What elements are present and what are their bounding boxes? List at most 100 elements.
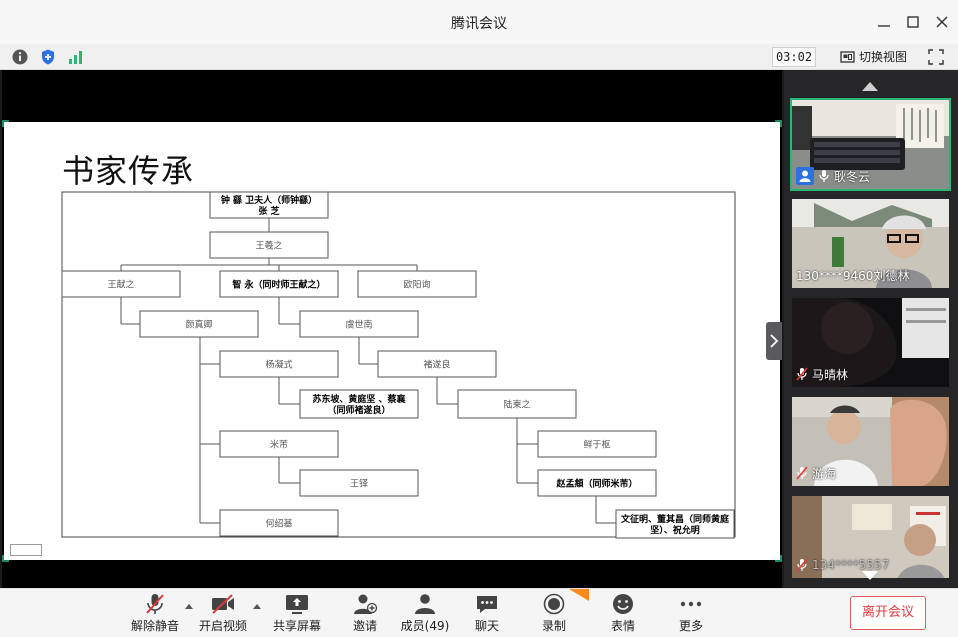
node-label: （同师褚遂良）: [327, 404, 390, 416]
lineage-node: 文征明、董其昌（同师黄庭坚）、祝允明: [615, 509, 735, 539]
slide-corner-bl: [2, 555, 9, 562]
lineage-node: 智 永（同时师王献之）: [219, 270, 339, 298]
participant-label: 耿冬云: [796, 167, 870, 185]
smiley-icon: [613, 594, 633, 614]
security-shield-icon[interactable]: [39, 48, 57, 66]
members-label: 成员(49): [400, 619, 450, 633]
more-button[interactable]: 更多: [661, 593, 721, 637]
node-label: 米芾: [270, 439, 288, 451]
node-label: 陆柬之: [503, 399, 530, 411]
meeting-timer: 03:02: [772, 47, 816, 67]
node-label: 欧阳询: [403, 279, 430, 291]
switch-view-label: 切换视图: [859, 50, 908, 64]
collapse-panel-button[interactable]: [766, 322, 782, 360]
share-screen-icon: [286, 595, 308, 614]
new-badge-icon: [569, 589, 589, 601]
scroll-up-icon[interactable]: [861, 80, 879, 92]
participant-tile[interactable]: 耿冬云: [790, 98, 951, 191]
lineage-node: 钟 繇 卫夫人（师钟繇）张 芝: [209, 191, 329, 219]
node-label: 王铎: [350, 478, 368, 490]
node-label: 鲜于枢: [583, 439, 610, 451]
node-label: 智 永（同时师王献之）: [232, 279, 325, 291]
share-screen-button[interactable]: 共享屏幕: [267, 593, 327, 637]
chat-label: 聊天: [474, 619, 499, 633]
lineage-node: 王铎: [299, 469, 419, 497]
node-label: 苏东坡、黄庭坚 、蔡襄: [312, 393, 406, 405]
chat-button[interactable]: 聊天: [457, 593, 517, 637]
shared-screen: 书家传承 钟 繇 卫夫人（师钟繇）张 芝王羲之 王献之智 永（同时师王献之） 欧阳询…: [2, 70, 782, 588]
participant-name: 130****9460刘德林: [796, 268, 910, 283]
participant-name: 游海: [812, 466, 837, 481]
lineage-node: 王献之: [61, 270, 181, 298]
lineage-node: 虞世南: [299, 310, 419, 338]
window-title: 腾讯会议: [451, 16, 507, 32]
participant-tile[interactable]: 马晴林: [792, 298, 949, 387]
slide-corner-tr: [775, 120, 782, 127]
node-label: 虞世南: [345, 319, 372, 331]
emoji-button[interactable]: 表情: [593, 593, 653, 637]
mic-muted-icon: [796, 558, 808, 572]
members-icon: [415, 594, 435, 614]
presentation-slide: 书家传承 钟 繇 卫夫人（师钟繇）张 芝王羲之 王献之智 永（同时师王献之） 欧阳询…: [2, 120, 782, 562]
lineage-node: 陆柬之: [457, 389, 577, 419]
participant-tile[interactable]: 134****5557: [792, 496, 949, 578]
leave-meeting-button[interactable]: 离开会议: [850, 596, 926, 630]
node-label: 文征明、董其昌（同师黄庭: [620, 513, 730, 525]
mic-muted-icon: [796, 367, 808, 381]
participant-label: 130****9460刘德林: [796, 266, 909, 284]
fullscreen-icon[interactable]: [927, 48, 945, 66]
invite-button[interactable]: 邀请: [335, 593, 395, 637]
node-label: 何绍基: [265, 518, 292, 530]
node-label: 王羲之: [255, 240, 282, 252]
node-label: 颜真卿: [185, 319, 212, 331]
participant-label: 游海: [796, 464, 836, 482]
add-user-icon: [354, 594, 378, 614]
video-options-caret-icon[interactable]: [252, 602, 262, 610]
node-label: 赵孟頫（同师米芾）: [555, 478, 637, 490]
lineage-node: 米芾: [219, 430, 339, 458]
chat-bubble-icon: [477, 596, 497, 613]
minimize-icon[interactable]: [874, 12, 894, 32]
unmute-label: 解除静音: [130, 619, 179, 633]
node-label: 钟 繇 卫夫人（师钟繇）: [221, 194, 317, 206]
participant-name: 马晴林: [812, 367, 849, 382]
chevron-right-icon: [770, 334, 779, 348]
members-button[interactable]: 成员(49): [395, 593, 455, 637]
lineage-node: 颜真卿: [139, 310, 259, 338]
info-icon[interactable]: [11, 48, 29, 66]
participant-tile[interactable]: 130****9460刘德林: [792, 199, 949, 288]
maximize-icon[interactable]: [903, 12, 923, 32]
camera-off-icon: [212, 594, 234, 614]
unmute-button[interactable]: 解除静音: [125, 593, 185, 637]
slide-corner-tl: [2, 120, 9, 127]
start-video-button[interactable]: 开启视频: [193, 593, 253, 637]
node-label: 王献之: [107, 279, 134, 291]
share-screen-label: 共享屏幕: [272, 619, 321, 633]
lineage-node: 欧阳询: [357, 270, 477, 298]
slide-nav-control[interactable]: [10, 544, 42, 556]
lineage-node: 何绍基: [219, 509, 339, 537]
close-icon[interactable]: [932, 12, 952, 32]
host-user-icon: [796, 167, 814, 185]
network-signal-icon[interactable]: [67, 48, 85, 66]
switch-view-button[interactable]: 切换视图: [836, 47, 911, 67]
lineage-node: 王羲之: [209, 231, 329, 259]
node-label: 褚遂良: [423, 359, 450, 371]
calligraphy-lineage-diagram: 钟 繇 卫夫人（师钟繇）张 芝王羲之王献之 智 永（同时师王献之） 欧阳询颜真卿 虞世…: [61, 191, 736, 539]
lineage-node: 赵孟頫（同师米芾）: [537, 469, 657, 497]
participant-tile[interactable]: 游海: [792, 397, 949, 486]
lineage-node: 鲜于枢: [537, 430, 657, 458]
slide-corner-br: [775, 555, 782, 562]
node-label: 张 芝: [258, 205, 279, 217]
start-video-label: 开启视频: [198, 619, 247, 633]
status-bar: 03:02 切换视图: [0, 44, 958, 70]
mic-on-icon: [819, 170, 829, 182]
emoji-label: 表情: [610, 619, 635, 633]
record-label: 录制: [541, 619, 566, 633]
more-dots-icon: [680, 601, 702, 607]
mic-muted-icon: [146, 594, 164, 614]
node-label: 坚）、祝允明: [650, 524, 700, 536]
scroll-down-icon[interactable]: [861, 570, 879, 582]
node-label: 杨凝式: [265, 359, 292, 371]
participant-label: 马晴林: [796, 365, 848, 383]
